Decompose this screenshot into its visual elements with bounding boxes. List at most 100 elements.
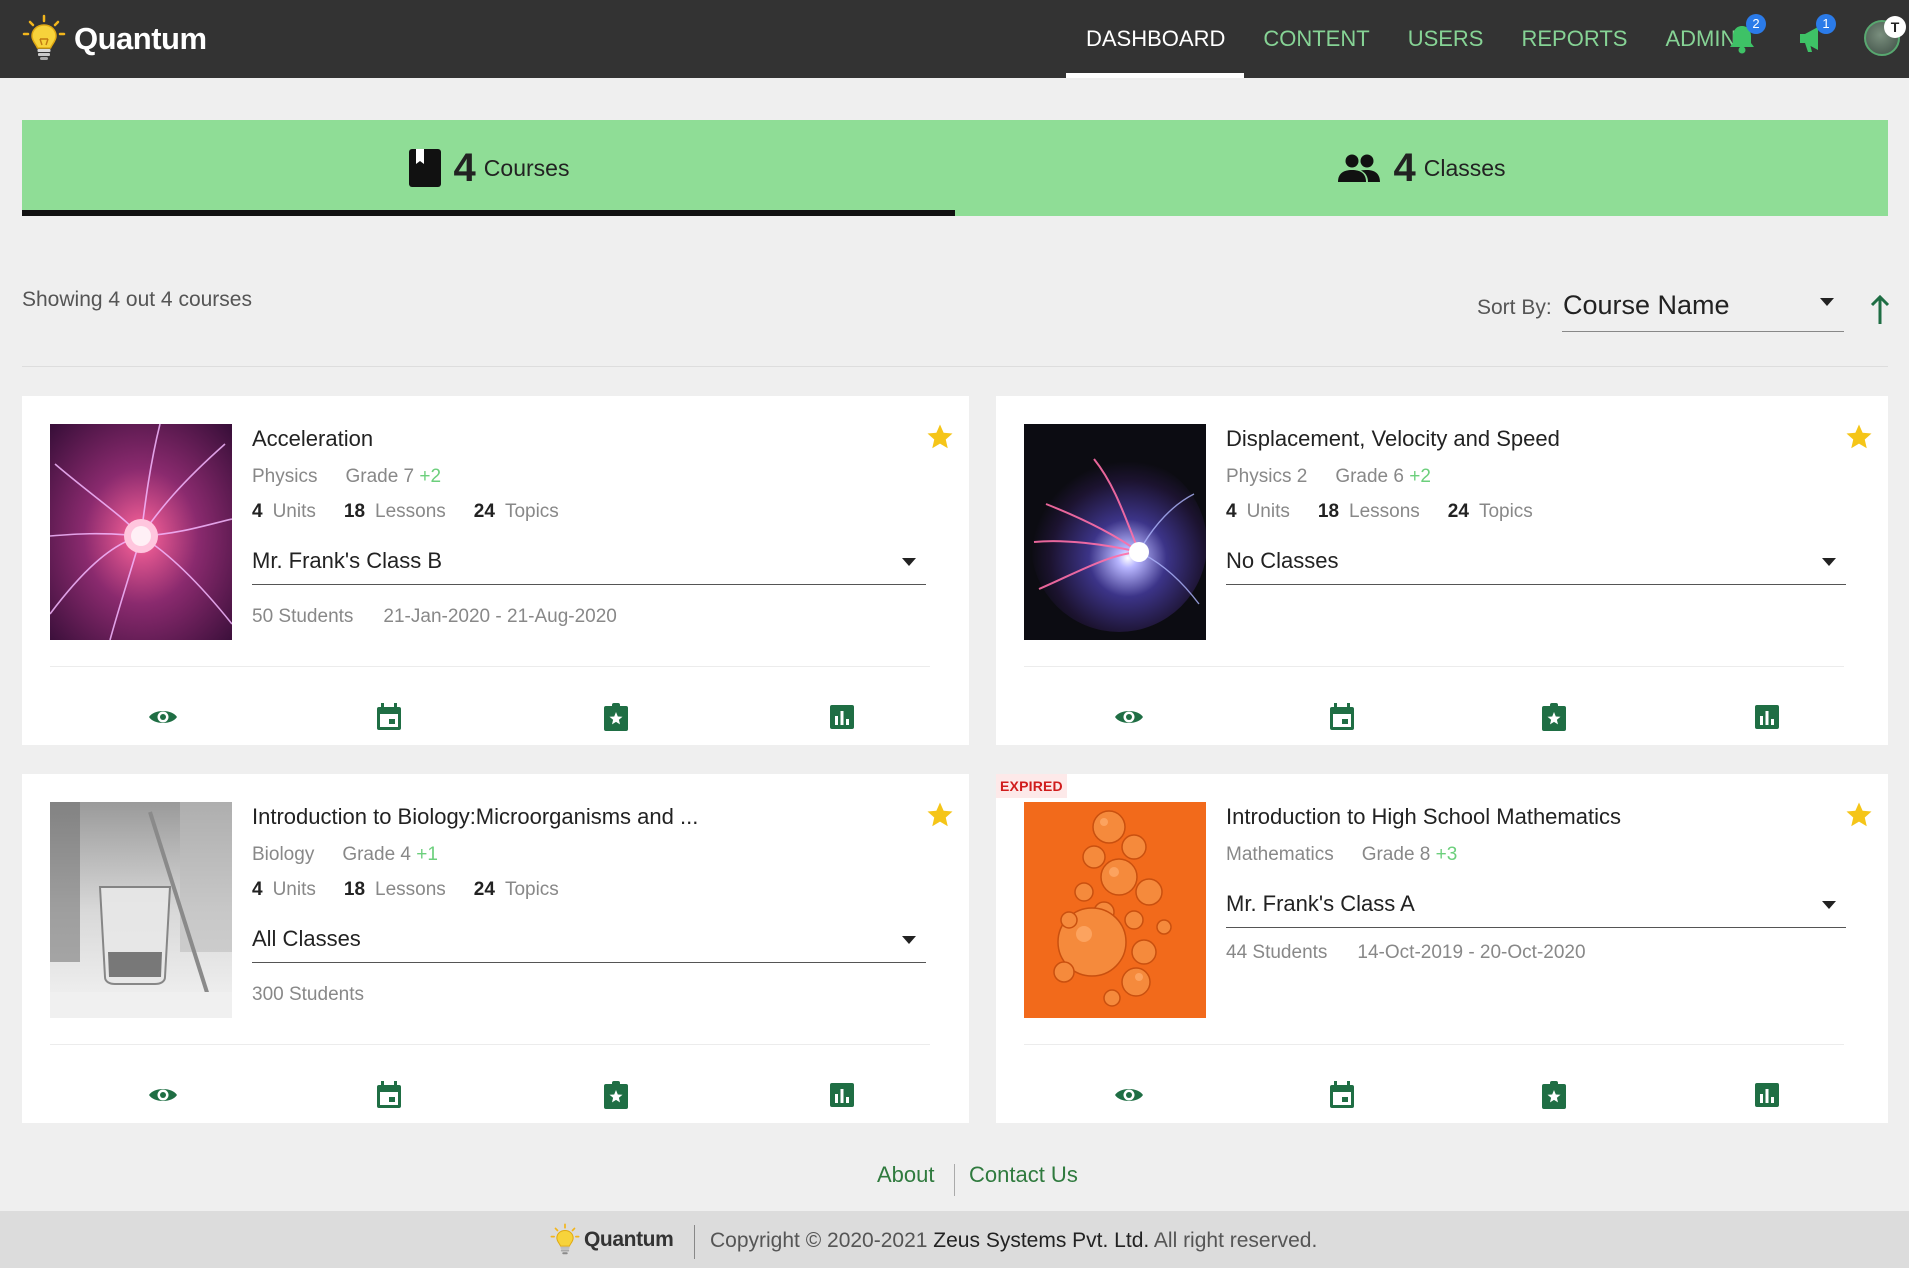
tab-courses[interactable]: 4 Courses xyxy=(22,120,955,216)
course-title[interactable]: Displacement, Velocity and Speed xyxy=(1226,426,1560,452)
user-avatar[interactable]: T xyxy=(1864,16,1906,56)
lessons-count: 18 xyxy=(343,879,366,900)
eye-icon[interactable] xyxy=(147,701,179,733)
topics-label: Topics xyxy=(1478,501,1533,522)
card-divider xyxy=(50,1044,930,1045)
lightbulb-logo-icon xyxy=(550,1223,580,1255)
units-label: Units xyxy=(272,501,316,522)
star-icon[interactable] xyxy=(925,422,955,452)
footer-link-separator xyxy=(954,1164,955,1196)
nav-reports[interactable]: REPORTS xyxy=(1502,0,1646,78)
eye-icon[interactable] xyxy=(1113,1079,1145,1111)
course-meta: Physics Grade 7 +2 xyxy=(252,466,441,488)
caret-down-icon xyxy=(902,936,916,944)
class-date-range: 21-Jan-2020 - 21-Aug-2020 xyxy=(383,606,617,627)
student-count: 300 Students xyxy=(252,984,364,1005)
calendar-icon[interactable] xyxy=(373,701,405,733)
caret-down-icon xyxy=(1822,558,1836,566)
caret-down-icon xyxy=(902,558,916,566)
eye-icon[interactable] xyxy=(147,1079,179,1111)
course-subject: Mathematics xyxy=(1226,844,1334,865)
lessons-label: Lessons xyxy=(375,501,446,522)
course-grade-extra[interactable]: +3 xyxy=(1436,844,1458,865)
class-select-value: No Classes xyxy=(1226,548,1339,573)
course-subject: Biology xyxy=(252,844,315,865)
nav-users[interactable]: USERS xyxy=(1389,0,1503,78)
about-link[interactable]: About xyxy=(877,1162,935,1188)
main-nav: DASHBOARD CONTENT USERS REPORTS ADMIN xyxy=(1066,0,1755,78)
assignment-star-icon[interactable] xyxy=(1538,701,1570,733)
star-icon[interactable] xyxy=(1844,800,1874,830)
class-select[interactable]: Mr. Frank's Class A xyxy=(1226,879,1846,928)
lessons-count: 18 xyxy=(1317,501,1340,522)
brand-logo[interactable]: Quantum xyxy=(22,10,207,68)
tab-classes[interactable]: 4 Classes xyxy=(955,120,1888,216)
bar-chart-icon[interactable] xyxy=(826,701,858,733)
course-thumbnail[interactable] xyxy=(50,424,232,640)
class-select[interactable]: All Classes xyxy=(252,914,926,963)
sort-by-select[interactable]: Course Name xyxy=(1562,284,1844,332)
topics-count: 24 xyxy=(473,879,495,900)
class-select[interactable]: Mr. Frank's Class B xyxy=(252,536,926,585)
course-thumbnail[interactable] xyxy=(1024,802,1206,1018)
bar-chart-icon[interactable] xyxy=(826,1079,858,1111)
classes-tab-label: Classes xyxy=(1423,154,1506,181)
brand-name: Quantum xyxy=(74,21,207,56)
eye-icon[interactable] xyxy=(1113,701,1145,733)
course-subject: Physics 2 xyxy=(1226,466,1308,487)
copyright-text: Copyright © 2020-2021 Zeus Systems Pvt. … xyxy=(710,1229,1317,1253)
company-name: Zeus Systems Pvt. Ltd. xyxy=(933,1229,1150,1252)
lessons-label: Lessons xyxy=(375,879,446,900)
bar-chart-icon[interactable] xyxy=(1751,1079,1783,1111)
courses-count: 4 xyxy=(453,145,476,190)
copyright-prefix: Copyright © 2020-2021 xyxy=(710,1229,928,1252)
footer-brand-name: Quantum xyxy=(584,1228,674,1251)
star-icon[interactable] xyxy=(1844,422,1874,452)
assignment-star-icon[interactable] xyxy=(1538,1079,1570,1111)
assignment-star-icon[interactable] xyxy=(600,701,632,733)
course-grade-extra[interactable]: +1 xyxy=(416,844,438,865)
course-grade: Grade 4 xyxy=(342,844,411,865)
class-select-value: Mr. Frank's Class B xyxy=(252,548,443,573)
plasma-globe-image xyxy=(1024,424,1206,640)
course-grade-extra[interactable]: +2 xyxy=(1409,466,1431,487)
course-grade-extra[interactable]: +2 xyxy=(419,466,441,487)
rights-text: All right reserved. xyxy=(1153,1229,1318,1252)
avatar-initial-badge: T xyxy=(1884,16,1906,38)
student-count: 44 Students xyxy=(1226,942,1328,963)
courses-tab-label: Courses xyxy=(483,154,570,181)
course-title[interactable]: Introduction to Biology:Microorganisms a… xyxy=(252,804,698,830)
course-title[interactable]: Acceleration xyxy=(252,426,373,452)
calendar-icon[interactable] xyxy=(1326,1079,1358,1111)
student-count: 50 Students xyxy=(252,606,354,627)
star-icon[interactable] xyxy=(925,800,955,830)
contact-us-link[interactable]: Contact Us xyxy=(969,1162,1078,1188)
notifications-button[interactable]: 2 xyxy=(1722,14,1766,58)
course-thumbnail[interactable] xyxy=(50,802,232,1018)
course-thumbnail[interactable] xyxy=(1024,424,1206,640)
bar-chart-icon[interactable] xyxy=(1751,701,1783,733)
nav-dashboard[interactable]: DASHBOARD xyxy=(1066,0,1245,78)
card-actions xyxy=(22,1079,969,1115)
course-stats: 4 Units 18 Lessons 24 Topics xyxy=(1226,501,1533,523)
calendar-icon[interactable] xyxy=(373,1079,405,1111)
assignment-star-icon[interactable] xyxy=(600,1079,632,1111)
notifications-badge: 2 xyxy=(1746,14,1766,34)
class-select[interactable]: No Classes xyxy=(1226,536,1846,585)
nav-content[interactable]: CONTENT xyxy=(1244,0,1388,78)
topics-count: 24 xyxy=(1447,501,1469,522)
caret-down-icon xyxy=(1820,298,1834,306)
class-info: 44 Students 14-Oct-2019 - 20-Oct-2020 xyxy=(1226,942,1586,964)
plasma-image xyxy=(50,424,232,640)
course-stats: 4 Units 18 Lessons 24 Topics xyxy=(252,879,559,901)
orange-bubbles-image xyxy=(1024,802,1206,1018)
course-grade: Grade 6 xyxy=(1335,466,1404,487)
course-title[interactable]: Introduction to High School Mathematics xyxy=(1226,804,1621,830)
class-info: 50 Students 21-Jan-2020 - 21-Aug-2020 xyxy=(252,606,617,628)
sort-direction-arrow-icon[interactable] xyxy=(1868,294,1892,326)
calendar-icon[interactable] xyxy=(1326,701,1358,733)
course-meta: Mathematics Grade 8 +3 xyxy=(1226,844,1457,866)
topics-label: Topics xyxy=(504,879,559,900)
announcements-button[interactable]: 1 xyxy=(1792,14,1836,58)
expired-badge: EXPIRED xyxy=(996,774,1067,798)
